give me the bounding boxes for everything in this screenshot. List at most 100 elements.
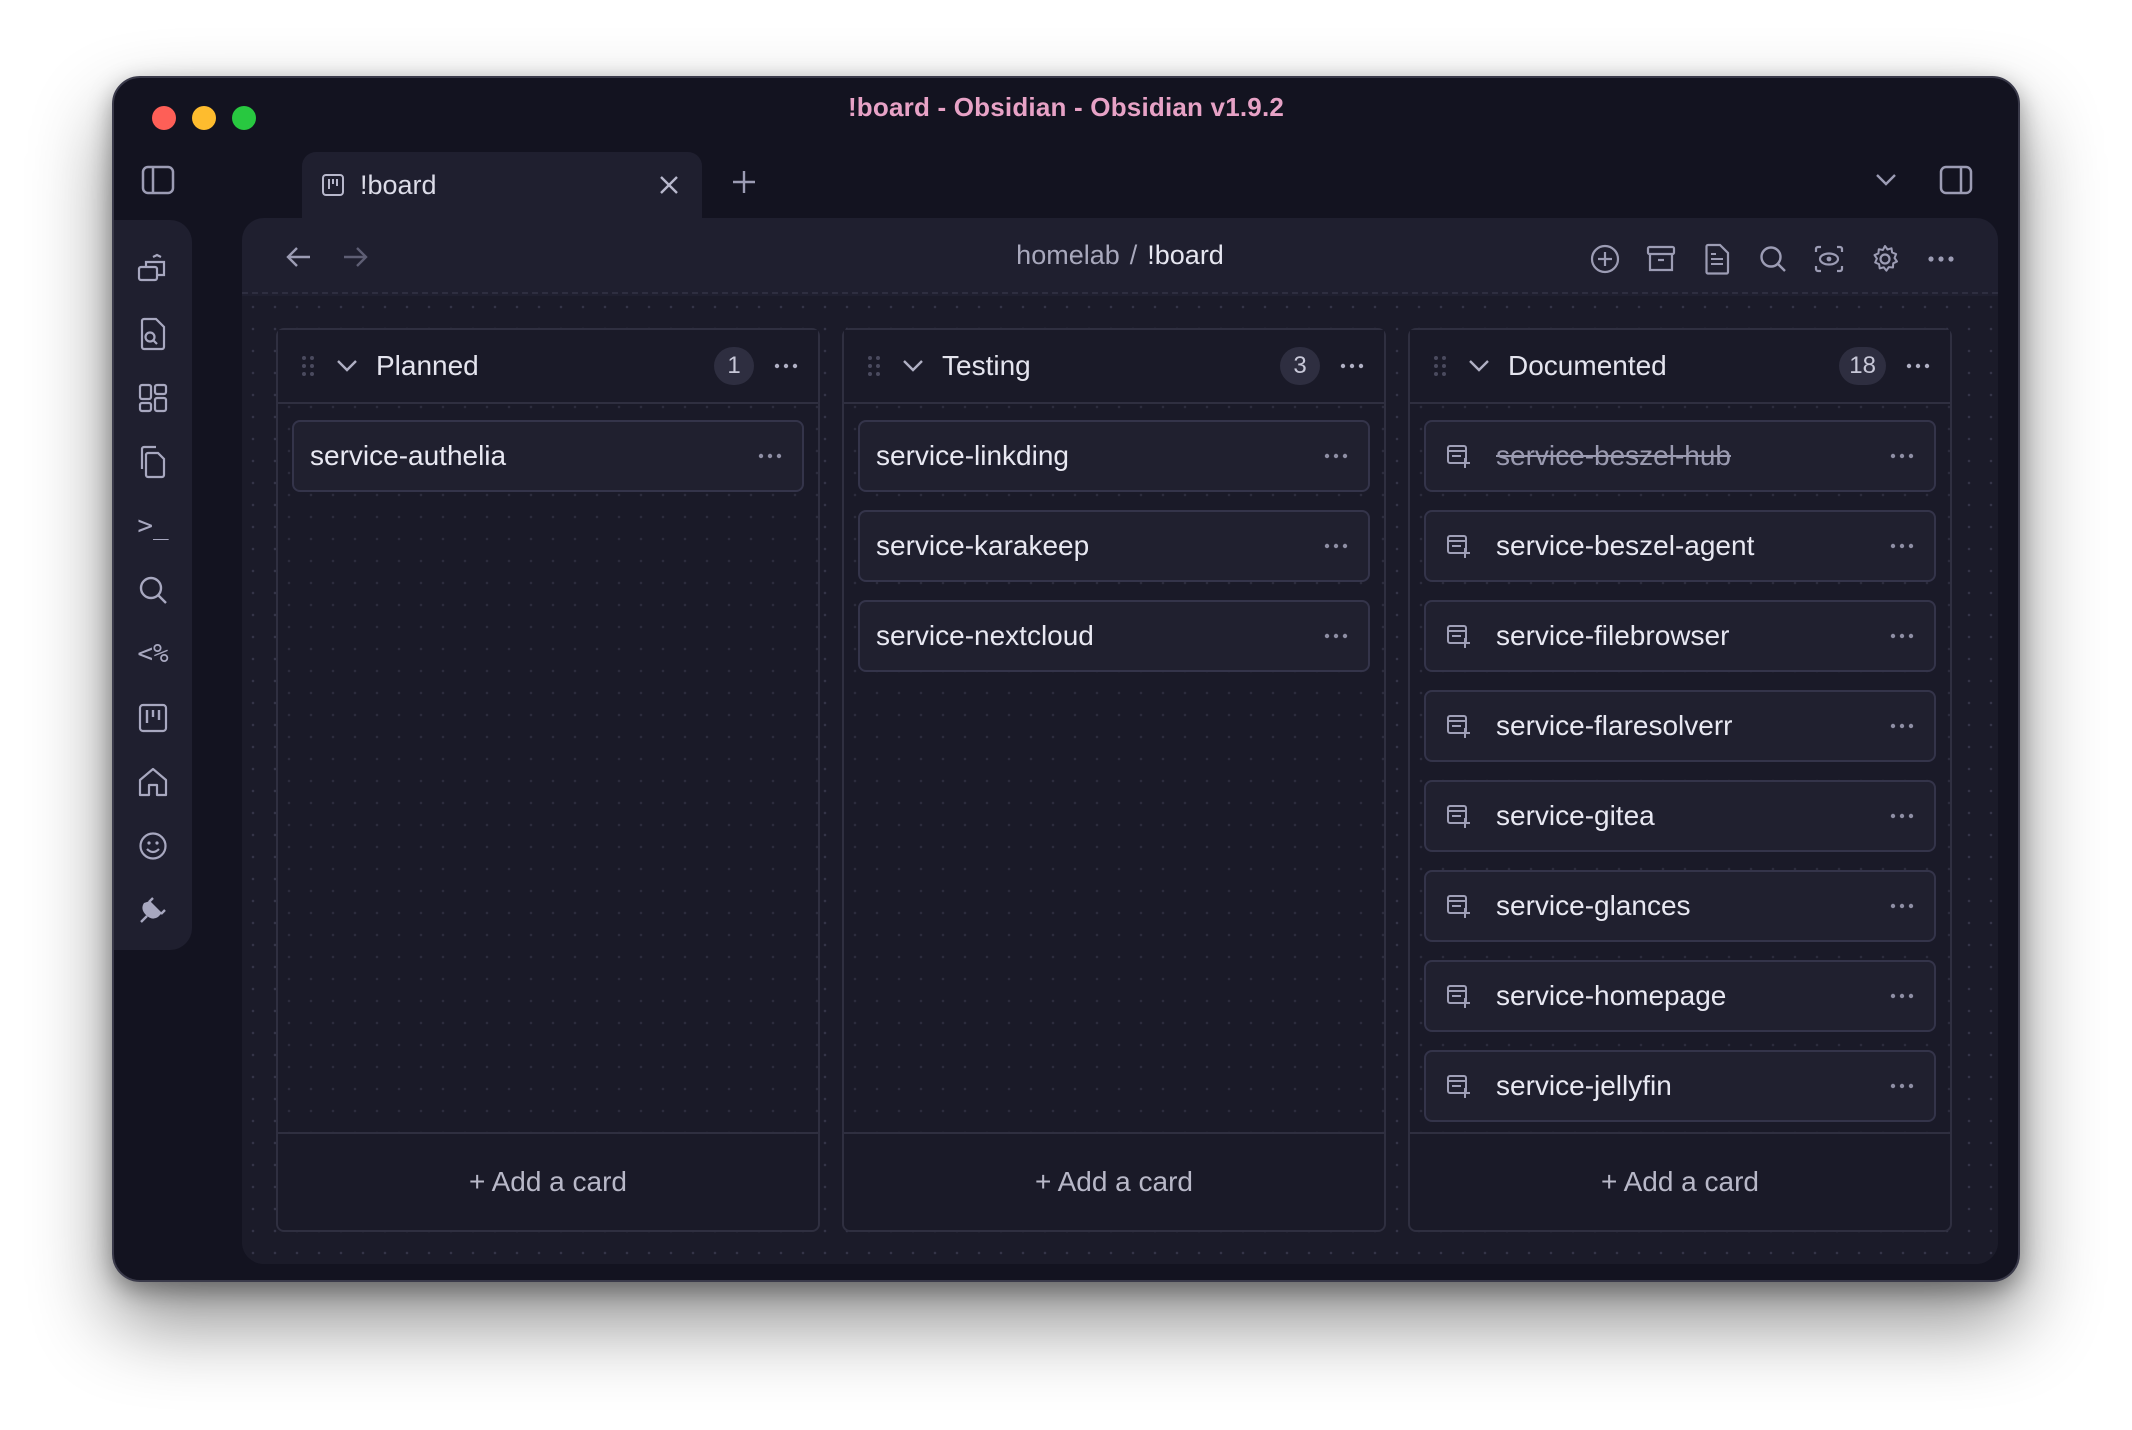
add-card-button[interactable]: + Add a card <box>1410 1132 1950 1230</box>
tab-board[interactable]: !board <box>302 152 702 218</box>
kanban-card[interactable]: service-beszel-agent <box>1424 510 1936 582</box>
search-icon[interactable] <box>129 558 177 622</box>
home-icon[interactable] <box>129 750 177 814</box>
card-title[interactable]: service-filebrowser <box>1494 620 1884 652</box>
linked-note-icon[interactable] <box>1440 978 1476 1014</box>
lane-testing: Testing 3 service-linkding service-karak… <box>842 328 1386 1232</box>
collapse-chevron-icon[interactable] <box>332 351 362 381</box>
window-title: !board - Obsidian - Obsidian v1.9.2 <box>847 92 1285 122</box>
close-tab-icon[interactable] <box>654 170 684 200</box>
card-more-icon[interactable] <box>1884 441 1920 471</box>
markdown-icon[interactable] <box>1696 238 1738 280</box>
card-more-icon[interactable] <box>1884 801 1920 831</box>
card-title[interactable]: service-gitea <box>1494 800 1884 832</box>
card-more-icon[interactable] <box>752 441 788 471</box>
linked-note-icon[interactable] <box>1440 798 1476 834</box>
plugin-icon[interactable] <box>129 878 177 942</box>
dashboard-icon[interactable] <box>129 366 177 430</box>
card-title[interactable]: service-nextcloud <box>874 620 1318 652</box>
lane-title[interactable]: Planned <box>376 350 714 382</box>
lane-header: Documented 18 <box>1410 330 1950 404</box>
add-card-icon[interactable] <box>1584 238 1626 280</box>
card-more-icon[interactable] <box>1318 441 1354 471</box>
smiley-icon[interactable] <box>129 814 177 878</box>
collapse-chevron-icon[interactable] <box>898 351 928 381</box>
linked-note-icon[interactable] <box>1440 708 1476 744</box>
card-more-icon[interactable] <box>1318 531 1354 561</box>
lane-title[interactable]: Documented <box>1508 350 1839 382</box>
card-more-icon[interactable] <box>1884 621 1920 651</box>
lane-more-icon[interactable] <box>1334 351 1370 381</box>
templater-icon[interactable]: <% <box>129 622 177 686</box>
search-icon[interactable] <box>1752 238 1794 280</box>
card-more-icon[interactable] <box>1884 711 1920 741</box>
publish-icon[interactable] <box>129 238 177 302</box>
right-sidebar-toggle-icon[interactable] <box>1936 160 1976 200</box>
drag-handle-icon[interactable] <box>1430 351 1450 381</box>
lane-documented: Documented 18 service-beszel-hub service-… <box>1408 328 1952 1232</box>
view-actions <box>1584 238 1962 280</box>
kanban-card[interactable]: service-homepage <box>1424 960 1936 1032</box>
new-tab-icon[interactable] <box>724 162 764 202</box>
drag-handle-icon[interactable] <box>864 351 884 381</box>
copy-files-icon[interactable] <box>129 430 177 494</box>
kanban-card[interactable]: service-nextcloud <box>858 600 1370 672</box>
terminal-icon[interactable]: >_ <box>129 494 177 558</box>
lane-more-icon[interactable] <box>768 351 804 381</box>
card-more-icon[interactable] <box>1884 531 1920 561</box>
card-title[interactable]: service-beszel-hub <box>1494 440 1884 472</box>
add-card-button[interactable]: + Add a card <box>844 1132 1384 1230</box>
card-title[interactable]: service-jellyfin <box>1494 1070 1884 1102</box>
kanban-card[interactable]: service-flaresolverr <box>1424 690 1936 762</box>
collapse-chevron-icon[interactable] <box>1464 351 1494 381</box>
ribbon: >_ <% <box>114 220 192 950</box>
file-search-icon[interactable] <box>129 302 177 366</box>
breadcrumb-folder[interactable]: homelab <box>1016 240 1120 270</box>
lane-header: Testing 3 <box>844 330 1384 404</box>
obsidian-window: !board - Obsidian - Obsidian v1.9.2 !boa… <box>112 76 2020 1282</box>
lane-count-badge: 1 <box>714 347 754 385</box>
tab-list-chevron-icon[interactable] <box>1866 160 1906 200</box>
linked-note-icon[interactable] <box>1440 438 1476 474</box>
left-sidebar-toggle-icon[interactable] <box>138 160 178 200</box>
card-title[interactable]: service-flaresolverr <box>1494 710 1884 742</box>
kanban-card[interactable]: service-linkding <box>858 420 1370 492</box>
card-title[interactable]: service-karakeep <box>874 530 1318 562</box>
more-icon[interactable] <box>1920 238 1962 280</box>
lane-title[interactable]: Testing <box>942 350 1280 382</box>
kanban-card[interactable]: service-authelia <box>292 420 804 492</box>
kanban-card[interactable]: service-jellyfin <box>1424 1050 1936 1122</box>
card-more-icon[interactable] <box>1318 621 1354 651</box>
card-more-icon[interactable] <box>1884 891 1920 921</box>
card-more-icon[interactable] <box>1884 981 1920 1011</box>
kanban-icon[interactable] <box>129 686 177 750</box>
kanban-card[interactable]: service-gitea <box>1424 780 1936 852</box>
add-card-button[interactable]: + Add a card <box>278 1132 818 1230</box>
card-title[interactable]: service-glances <box>1494 890 1884 922</box>
card-more-icon[interactable] <box>1884 1071 1920 1101</box>
linked-note-icon[interactable] <box>1440 888 1476 924</box>
card-title[interactable]: service-linkding <box>874 440 1318 472</box>
editor-pane: homelab / !board Planned 1 service-authe… <box>242 218 1998 1264</box>
card-title[interactable]: service-authelia <box>308 440 752 472</box>
lane-count-badge: 3 <box>1280 347 1320 385</box>
view-icon[interactable] <box>1808 238 1850 280</box>
kanban-card[interactable]: service-filebrowser <box>1424 600 1936 672</box>
linked-note-icon[interactable] <box>1440 618 1476 654</box>
breadcrumb-current[interactable]: !board <box>1147 240 1224 270</box>
lane-cards: service-authelia <box>292 420 804 510</box>
drag-handle-icon[interactable] <box>298 351 318 381</box>
kanban-card[interactable]: service-karakeep <box>858 510 1370 582</box>
kanban-board: Planned 1 service-authelia + Add a card <box>242 296 1998 1264</box>
linked-note-icon[interactable] <box>1440 528 1476 564</box>
linked-note-icon[interactable] <box>1440 1068 1476 1104</box>
lane-planned: Planned 1 service-authelia + Add a card <box>276 328 820 1232</box>
kanban-card[interactable]: service-glances <box>1424 870 1936 942</box>
kanban-card[interactable]: service-beszel-hub <box>1424 420 1936 492</box>
archive-icon[interactable] <box>1640 238 1682 280</box>
card-title[interactable]: service-beszel-agent <box>1494 530 1884 562</box>
lane-header: Planned 1 <box>278 330 818 404</box>
settings-icon[interactable] <box>1864 238 1906 280</box>
card-title[interactable]: service-homepage <box>1494 980 1884 1012</box>
lane-more-icon[interactable] <box>1900 351 1936 381</box>
